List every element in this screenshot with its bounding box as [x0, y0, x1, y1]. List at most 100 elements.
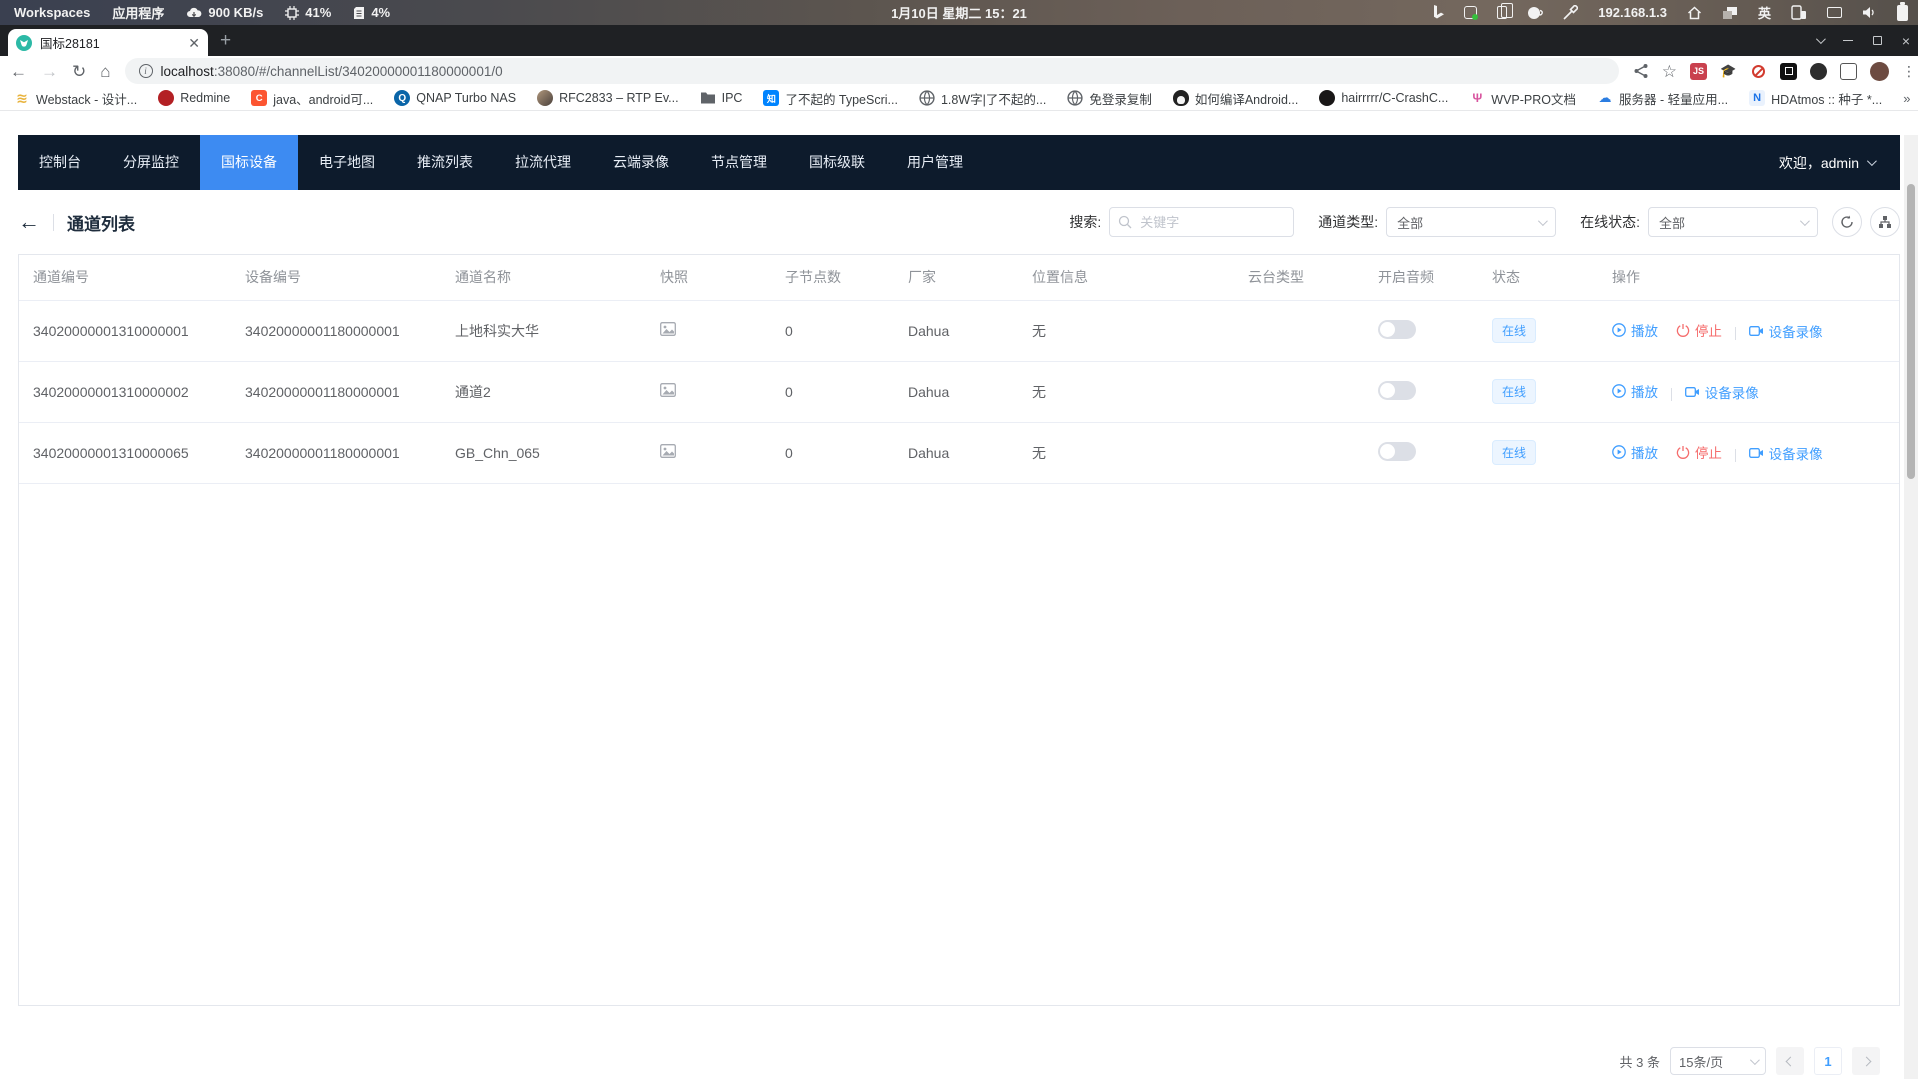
workspaces-button[interactable]: Workspaces	[14, 5, 90, 20]
page-size-select[interactable]: 15条/页	[1670, 1047, 1766, 1075]
ime-indicator[interactable]: 英	[1758, 3, 1771, 22]
online-status-select[interactable]: 全部	[1648, 207, 1818, 237]
bookmark-csdn[interactable]: Cjava、android可...	[251, 89, 373, 108]
bookmark-star-icon[interactable]: ☆	[1662, 63, 1677, 80]
ext-adblock-icon[interactable]	[1750, 63, 1767, 80]
nav-item-map[interactable]: 电子地图	[298, 135, 396, 190]
nav-item-gb-devices[interactable]: 国标设备	[200, 135, 298, 190]
next-page-button[interactable]	[1852, 1047, 1880, 1075]
user-menu[interactable]: 欢迎，admin	[1779, 153, 1900, 173]
bookmark-hdatmos[interactable]: NHDAtmos :: 种子 *...	[1749, 89, 1882, 108]
app-tray-icon[interactable]	[1464, 6, 1477, 19]
cell-snapshot	[646, 361, 771, 422]
bookmark-qnap[interactable]: QQNAP Turbo NAS	[394, 90, 516, 106]
play-button[interactable]: 播放	[1612, 442, 1658, 462]
cell-actions: 播放 设备录像	[1598, 361, 1899, 422]
ext-outline-icon[interactable]	[1840, 63, 1857, 80]
audio-toggle[interactable]	[1378, 442, 1416, 461]
image-placeholder-icon[interactable]	[660, 322, 676, 336]
battery-icon[interactable]	[1897, 5, 1908, 21]
device-record-button[interactable]: 设备录像	[1685, 382, 1759, 402]
nav-item-node-manage[interactable]: 节点管理	[690, 135, 788, 190]
nav-item-console[interactable]: 控制台	[18, 135, 102, 190]
vertical-scrollbar[interactable]	[1904, 135, 1918, 1079]
ext-js-icon[interactable]: JS	[1690, 63, 1707, 80]
windows-tray-icon[interactable]	[1722, 6, 1738, 20]
clipboard-tray-icon[interactable]	[1497, 6, 1507, 19]
search-input[interactable]	[1109, 207, 1294, 237]
reload-icon[interactable]: ↻	[72, 63, 86, 80]
volume-tray-icon[interactable]	[1862, 6, 1877, 19]
profile-avatar[interactable]	[1870, 62, 1889, 81]
display-tray-icon[interactable]	[1827, 7, 1842, 18]
bookmark-wvp-docs[interactable]: ΨWVP-PRO文档	[1469, 89, 1576, 108]
nav-item-cloud-record[interactable]: 云端录像	[592, 135, 690, 190]
nav-item-push-list[interactable]: 推流列表	[396, 135, 494, 190]
nav-item-gb-cascade[interactable]: 国标级联	[788, 135, 886, 190]
phone-link-tray-icon[interactable]	[1791, 5, 1807, 20]
ip-address[interactable]: 192.168.1.3	[1598, 5, 1667, 20]
stop-button[interactable]: 停止	[1676, 320, 1722, 340]
audio-toggle[interactable]	[1378, 320, 1416, 339]
new-tab-button[interactable]: +	[220, 30, 231, 52]
play-button[interactable]: 播放	[1612, 381, 1658, 401]
applications-button[interactable]: 应用程序	[112, 3, 164, 22]
window-maximize-icon[interactable]	[1873, 36, 1882, 45]
share-icon[interactable]	[1633, 63, 1649, 79]
channel-type-select[interactable]: 全部	[1386, 207, 1556, 237]
bookmark-redmine[interactable]: Redmine	[158, 90, 230, 106]
bookmark-android-build[interactable]: 如何编译Android...	[1173, 89, 1299, 108]
search-field	[1109, 207, 1294, 237]
audio-toggle[interactable]	[1378, 381, 1416, 400]
nav-item-pull-proxy[interactable]: 拉流代理	[494, 135, 592, 190]
tree-view-button[interactable]	[1870, 207, 1900, 237]
browser-tab[interactable]: 国标28181 ✕	[8, 29, 208, 56]
prev-page-button[interactable]	[1776, 1047, 1804, 1075]
home-icon[interactable]: ⌂	[100, 63, 110, 80]
coffee-tray-icon[interactable]	[1527, 6, 1543, 20]
cell-device-id: 34020000001180000001	[231, 422, 441, 483]
address-bar[interactable]: i localhost:38080/#/channelList/34020000…	[125, 58, 1619, 84]
bookmark-cloud-server[interactable]: ☁服务器 - 轻量应用...	[1597, 89, 1728, 108]
bookmark-webstack[interactable]: ≋Webstack - 设计...	[14, 89, 137, 108]
picker-tray-icon[interactable]	[1563, 5, 1578, 20]
bookmark-article[interactable]: 1.8W字|了不起的...	[919, 89, 1046, 108]
ext-dark-icon[interactable]	[1810, 63, 1827, 80]
home-tray-icon[interactable]	[1687, 6, 1702, 20]
window-close-icon[interactable]: ×	[1902, 34, 1910, 48]
device-record-button[interactable]: 设备录像	[1749, 443, 1823, 463]
image-placeholder-icon[interactable]	[660, 444, 676, 458]
forward-icon[interactable]: →	[41, 63, 58, 80]
ext-screenshot-icon[interactable]	[1780, 63, 1797, 80]
current-page[interactable]: 1	[1814, 1047, 1842, 1075]
wvp-icon: Ψ	[1469, 90, 1485, 106]
image-placeholder-icon[interactable]	[660, 383, 676, 397]
nav-item-split-monitor[interactable]: 分屏监控	[102, 135, 200, 190]
tab-close-icon[interactable]: ✕	[188, 36, 200, 50]
table-row: 34020000001310000001 3402000000118000000…	[19, 300, 1899, 361]
refresh-button[interactable]	[1832, 207, 1862, 237]
cell-snapshot	[646, 300, 771, 361]
tab-search-chevron-icon[interactable]	[1816, 34, 1826, 44]
window-minimize-icon[interactable]	[1843, 40, 1853, 41]
back-button[interactable]: ←	[18, 211, 40, 233]
play-button[interactable]: 播放	[1612, 320, 1658, 340]
bing-tray-icon[interactable]	[1432, 5, 1444, 20]
bookmark-copy-tool[interactable]: 免登录复制	[1067, 89, 1152, 108]
ext-hat-icon[interactable]: 🎓	[1720, 63, 1737, 80]
back-icon[interactable]: ←	[10, 63, 27, 80]
bookmark-github[interactable]: hairrrrr/C-CrashC...	[1319, 90, 1448, 106]
bookmark-zhihu[interactable]: 知了不起的 TypeScri...	[763, 89, 898, 108]
scrollbar-thumb[interactable]	[1907, 184, 1915, 479]
browser-menu-icon[interactable]: ⋮	[1902, 69, 1908, 73]
device-record-button[interactable]: 设备录像	[1749, 321, 1823, 341]
bookmarks-overflow-icon[interactable]: »	[1903, 91, 1910, 106]
table-row: 34020000001310000065 3402000000118000000…	[19, 422, 1899, 483]
bookmark-folder-ipc[interactable]: IPC	[700, 90, 743, 106]
bookmark-rfc2833[interactable]: RFC2833 – RTP Ev...	[537, 90, 679, 106]
search-label: 搜索:	[1069, 212, 1101, 232]
cell-audio	[1364, 361, 1478, 422]
site-info-icon[interactable]: i	[139, 64, 153, 78]
nav-item-user-manage[interactable]: 用户管理	[886, 135, 984, 190]
stop-button[interactable]: 停止	[1676, 442, 1722, 462]
